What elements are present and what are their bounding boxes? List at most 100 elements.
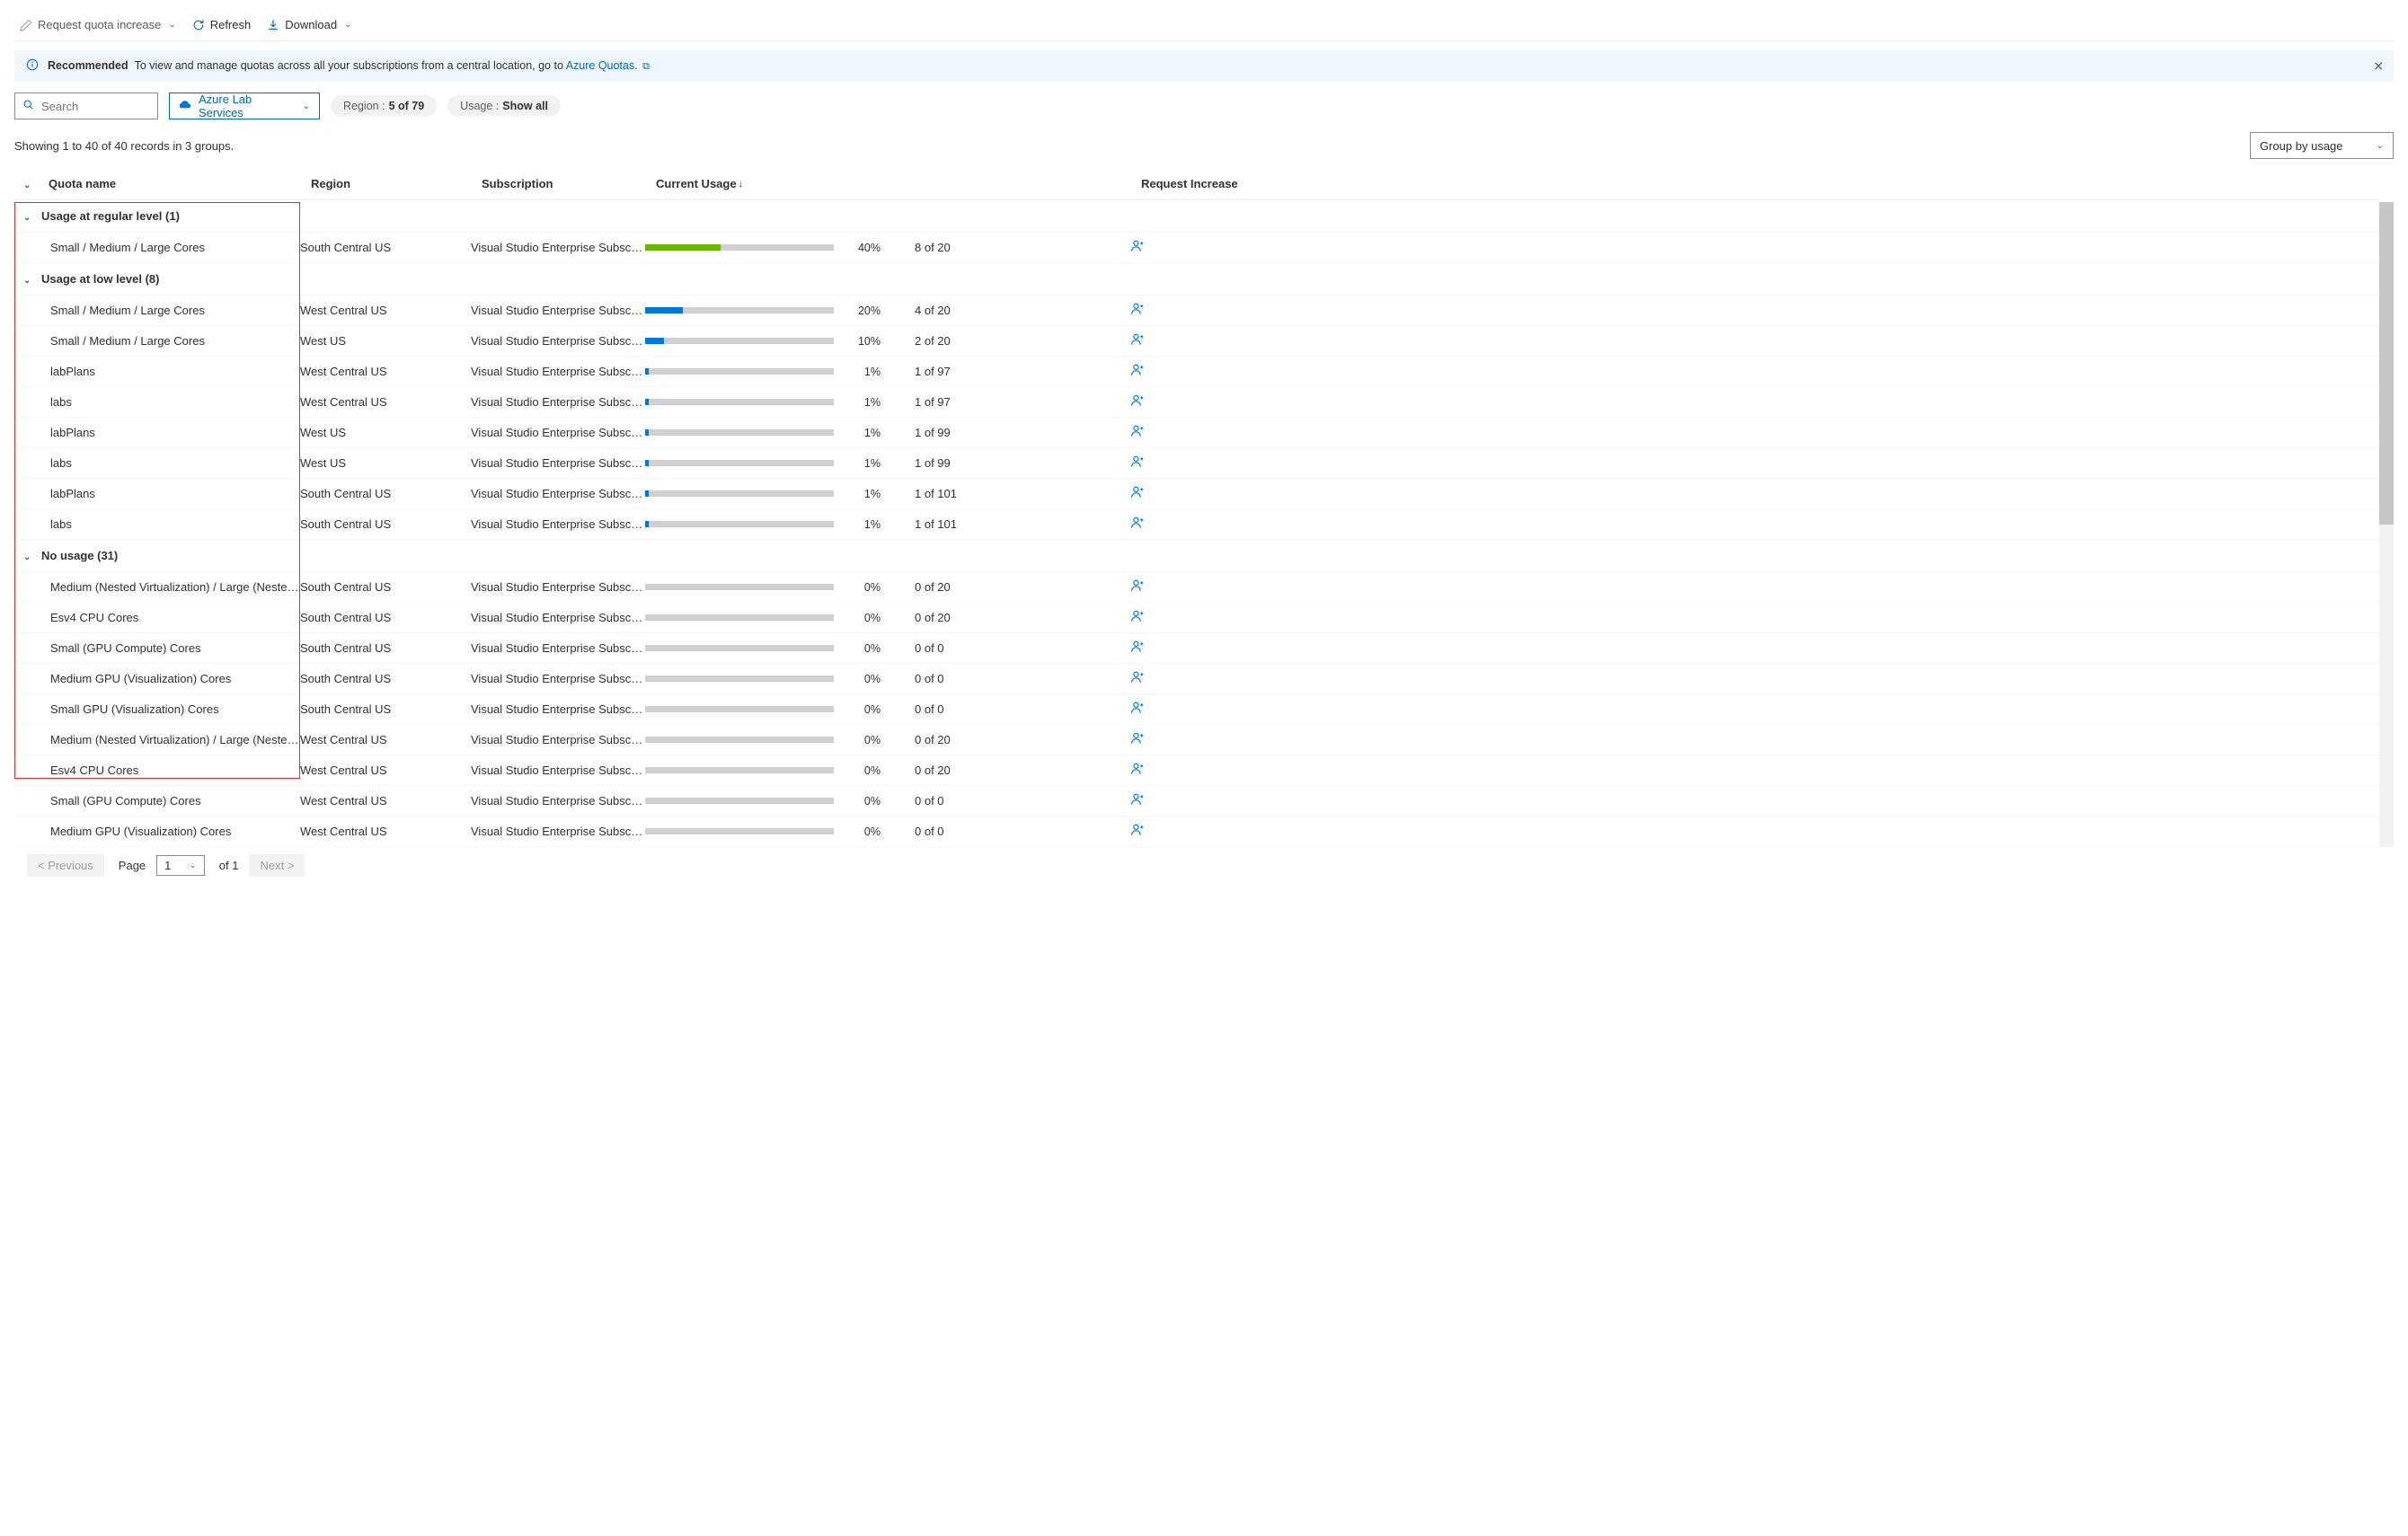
usage-bar-cell: 0% <box>645 734 915 746</box>
request-increase-button[interactable] <box>1130 424 1145 438</box>
region-cell: South Central US <box>300 517 471 531</box>
quota-name-cell[interactable]: labPlans <box>14 426 300 439</box>
quota-name-cell[interactable]: labPlans <box>14 365 300 378</box>
quota-name-cell[interactable]: Small (GPU Compute) Cores <box>14 794 300 808</box>
quota-name-cell[interactable]: labs <box>14 517 300 531</box>
provider-select[interactable]: Azure Lab Services ⌄ <box>169 93 320 119</box>
expand-all-toggle[interactable]: ⌄ <box>14 177 41 190</box>
col-subscription[interactable]: Subscription <box>482 177 656 190</box>
download-button[interactable]: Download ⌄ <box>267 18 351 31</box>
region-cell: West Central US <box>300 825 471 838</box>
group-label: Usage at regular level (1) <box>41 209 180 223</box>
search-input[interactable] <box>40 99 150 114</box>
search-input-wrapper[interactable] <box>14 93 158 119</box>
quota-name-cell[interactable]: Small / Medium / Large Cores <box>14 241 300 254</box>
prev-page-button[interactable]: < Previous <box>27 854 104 877</box>
usage-percent: 1% <box>845 518 881 531</box>
group-row[interactable]: ⌄No usage (31) <box>14 540 2379 572</box>
request-increase-button[interactable] <box>1130 670 1145 684</box>
quota-name-cell[interactable]: Esv4 CPU Cores <box>14 611 300 624</box>
subscription-cell: Visual Studio Enterprise Subscri… <box>471 426 645 439</box>
usage-value-cell: 0 of 0 <box>915 794 1130 808</box>
table-row: Small (GPU Compute) CoresWest Central US… <box>14 786 2379 817</box>
region-filter[interactable]: Region : 5 of 79 <box>331 95 437 117</box>
request-increase-button[interactable] <box>1130 332 1145 347</box>
col-region[interactable]: Region <box>311 177 482 190</box>
quota-name-cell[interactable]: Small / Medium / Large Cores <box>14 304 300 317</box>
quota-name-cell[interactable]: Medium (Nested Virtualization) / Large (… <box>14 580 300 594</box>
usage-percent: 20% <box>845 305 881 317</box>
refresh-button[interactable]: Refresh <box>192 18 252 31</box>
request-increase-button[interactable] <box>1130 393 1145 408</box>
subscription-cell: Visual Studio Enterprise Subscri… <box>471 304 645 317</box>
quota-name-cell[interactable]: labPlans <box>14 487 300 500</box>
usage-value-cell: 0 of 0 <box>915 672 1130 685</box>
quota-name-cell[interactable]: Small GPU (Visualization) Cores <box>14 702 300 716</box>
subscription-cell: Visual Studio Enterprise Subscri… <box>471 456 645 470</box>
usage-value-cell: 1 of 101 <box>915 487 1130 500</box>
quota-name-cell[interactable]: Esv4 CPU Cores <box>14 764 300 777</box>
vertical-scrollbar[interactable] <box>2379 202 2394 847</box>
table-row: Small (GPU Compute) CoresSouth Central U… <box>14 633 2379 664</box>
request-increase-button[interactable] <box>1130 701 1145 715</box>
usage-value-cell: 0 of 20 <box>915 733 1130 746</box>
request-increase-button[interactable] <box>1130 455 1145 469</box>
usage-bar-cell: 0% <box>645 764 915 777</box>
region-cell: South Central US <box>300 241 471 254</box>
request-quota-increase-button[interactable]: Request quota increase ⌄ <box>20 18 176 31</box>
usage-filter[interactable]: Usage : Show all <box>447 95 561 117</box>
page-number: 1 <box>164 859 171 872</box>
group-row[interactable]: ⌄Usage at regular level (1) <box>14 200 2379 233</box>
group-by-select[interactable]: Group by usage ⌄ <box>2250 132 2394 159</box>
request-increase-button[interactable] <box>1130 516 1145 530</box>
scroll-thumb[interactable] <box>2379 202 2394 525</box>
request-increase-button[interactable] <box>1130 640 1145 654</box>
region-cell: West US <box>300 334 471 348</box>
request-increase-button[interactable] <box>1130 485 1145 499</box>
subscription-cell: Visual Studio Enterprise Subscri… <box>471 611 645 624</box>
region-cell: South Central US <box>300 611 471 624</box>
request-increase-button[interactable] <box>1130 823 1145 837</box>
usage-bar-cell: 1% <box>645 427 915 439</box>
request-increase-button[interactable] <box>1130 578 1145 593</box>
next-page-button[interactable]: Next > <box>249 854 305 877</box>
sort-descending-icon: ↓ <box>739 179 744 190</box>
request-increase-button[interactable] <box>1130 239 1145 253</box>
col-request-increase[interactable]: Request Increase <box>1141 177 2379 190</box>
summary-row: Showing 1 to 40 of 40 records in 3 group… <box>14 132 2394 159</box>
page-select[interactable]: 1 ⌄ <box>156 855 205 876</box>
subscription-cell: Visual Studio Enterprise Subscri… <box>471 702 645 716</box>
subscription-cell: Visual Studio Enterprise Subscri… <box>471 641 645 655</box>
usage-value-cell: 2 of 20 <box>915 334 1130 348</box>
azure-quotas-link[interactable]: Azure Quotas. <box>566 59 638 72</box>
request-increase-button[interactable] <box>1130 731 1145 746</box>
usage-value-cell: 1 of 101 <box>915 517 1130 531</box>
region-cell: West Central US <box>300 733 471 746</box>
usage-filter-value: Show all <box>502 100 548 112</box>
request-increase-button[interactable] <box>1130 302 1145 316</box>
request-increase-button[interactable] <box>1130 762 1145 776</box>
table-row: Esv4 CPU CoresSouth Central USVisual Stu… <box>14 603 2379 633</box>
pager: < Previous Page 1 ⌄ of 1 Next > <box>14 847 2394 877</box>
quota-name-cell[interactable]: Medium (Nested Virtualization) / Large (… <box>14 733 300 746</box>
close-banner-button[interactable]: ✕ <box>2373 58 2384 74</box>
region-cell: West Central US <box>300 365 471 378</box>
quota-name-cell[interactable]: labs <box>14 395 300 409</box>
quota-name-cell[interactable]: Medium GPU (Visualization) Cores <box>14 825 300 838</box>
subscription-cell: Visual Studio Enterprise Subscri… <box>471 794 645 808</box>
request-increase-button[interactable] <box>1130 363 1145 377</box>
request-increase-button[interactable] <box>1130 609 1145 623</box>
quota-name-cell[interactable]: Small / Medium / Large Cores <box>14 334 300 348</box>
col-quota-name[interactable]: Quota name <box>41 177 311 190</box>
provider-label: Azure Lab Services <box>199 93 294 119</box>
quota-name-cell[interactable]: labs <box>14 456 300 470</box>
quota-name-cell[interactable]: Medium GPU (Visualization) Cores <box>14 672 300 685</box>
subscription-cell: Visual Studio Enterprise Subscri… <box>471 733 645 746</box>
table-row: Small / Medium / Large CoresWest Central… <box>14 296 2379 326</box>
group-row[interactable]: ⌄Usage at low level (8) <box>14 263 2379 296</box>
banner-recommended: Recommended <box>48 59 128 72</box>
request-increase-button[interactable] <box>1130 792 1145 807</box>
quota-name-cell[interactable]: Small (GPU Compute) Cores <box>14 641 300 655</box>
col-current-usage[interactable]: Current Usage↓ <box>656 177 925 190</box>
subscription-cell: Visual Studio Enterprise Subscri… <box>471 764 645 777</box>
